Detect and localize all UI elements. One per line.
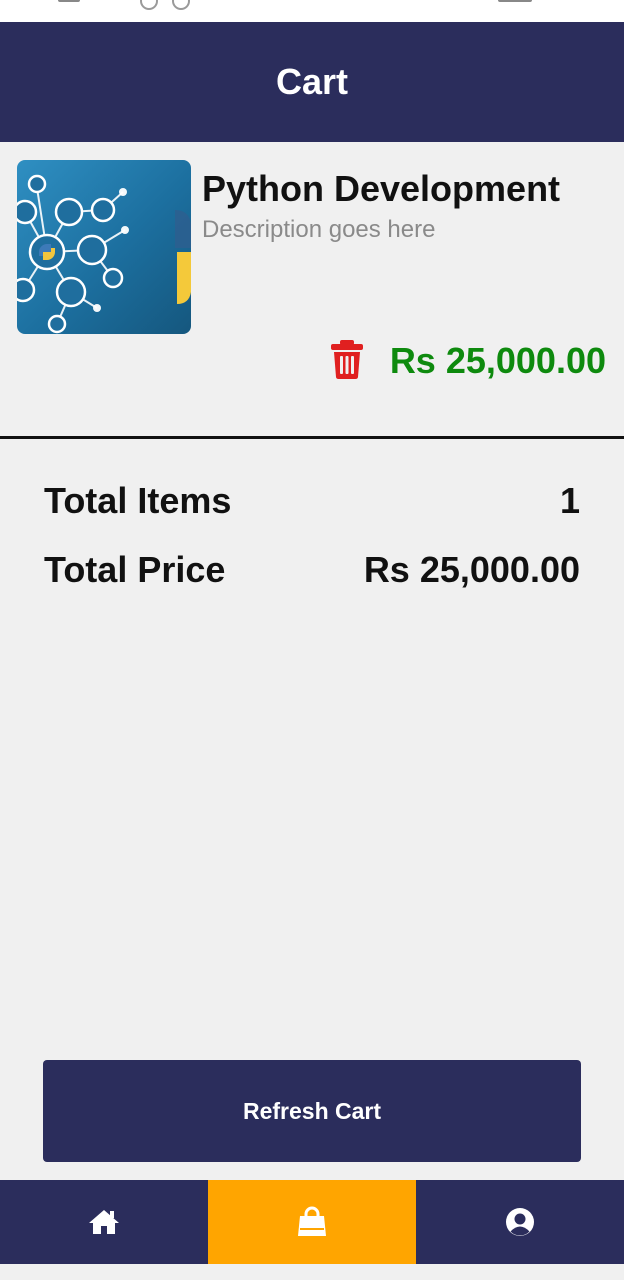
refresh-cart-button[interactable]: Refresh Cart <box>43 1060 581 1162</box>
system-nav-strip <box>0 1264 624 1280</box>
product-price: Rs 25,000.00 <box>389 340 606 381</box>
page-title: Cart <box>275 61 349 102</box>
python-network-thumbnail <box>17 174 191 334</box>
trash-icon <box>331 340 363 379</box>
delete-item-button[interactable] <box>328 339 366 379</box>
divider <box>0 436 624 439</box>
app-header: Cart <box>0 22 624 142</box>
status-location-icon <box>172 0 190 10</box>
product-description: Description goes here <box>202 216 436 243</box>
total-price-value: Rs 25,000.00 <box>363 549 580 590</box>
nav-home[interactable] <box>0 1180 208 1264</box>
total-price-row: Total Price Rs 25,000.00 <box>44 549 580 591</box>
product-thumbnail <box>17 160 191 334</box>
shopping-bag-icon <box>298 1206 326 1236</box>
nav-profile[interactable] <box>416 1180 624 1264</box>
status-battery-icon <box>498 0 532 2</box>
cart-item: Python Development Description goes here… <box>0 142 624 438</box>
home-icon <box>89 1210 119 1234</box>
bottom-nav <box>0 1180 624 1264</box>
nav-cart[interactable] <box>208 1180 416 1264</box>
status-signal-icon <box>58 0 80 2</box>
product-title: Python Development <box>202 168 561 209</box>
status-sync-icon <box>140 0 158 10</box>
total-items-label: Total Items <box>44 480 232 521</box>
status-bar <box>0 0 624 22</box>
total-items-row: Total Items 1 <box>44 480 580 522</box>
total-price-label: Total Price <box>44 549 226 590</box>
user-icon <box>506 1208 534 1236</box>
total-items-value: 1 <box>559 480 580 521</box>
